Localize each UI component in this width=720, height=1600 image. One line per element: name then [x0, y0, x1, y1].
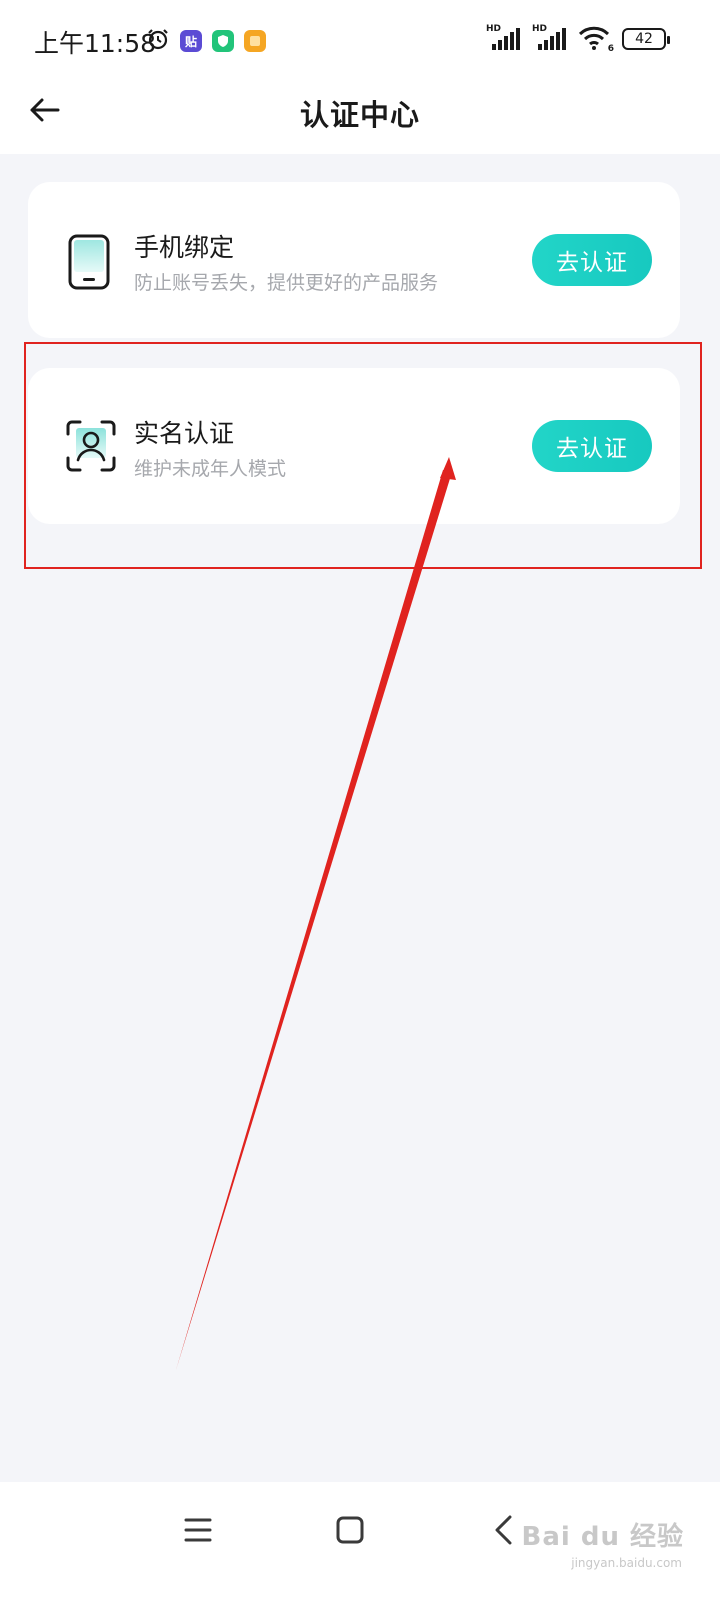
status-bar: 上午11:58 贴 HD HD 6 42: [0, 0, 720, 80]
security-app-icon: [212, 30, 234, 52]
home-button[interactable]: [322, 1504, 378, 1560]
top-area: 上午11:58 贴 HD HD 6 42 认证中心: [0, 0, 720, 154]
real-name-subtitle: 维护未成年人模式: [134, 458, 287, 480]
real-name-verify-button[interactable]: 去认证: [532, 420, 652, 472]
phone-verify-button[interactable]: 去认证: [532, 234, 652, 286]
page-title: 认证中心: [299, 98, 420, 132]
battery-icon: 42: [622, 28, 670, 50]
real-name-card: 实名认证 维护未成年人模式 去认证: [28, 368, 680, 524]
wifi-version-label: 6: [607, 44, 614, 54]
tieba-app-icon: 贴: [180, 30, 202, 52]
wifi-icon: 6: [578, 26, 614, 54]
alarm-icon: [146, 27, 170, 55]
status-time: 上午11:58: [34, 29, 157, 58]
navigation-bar: Bai du 经验 jingyan.baidu.com: [0, 1482, 720, 1600]
menu-icon: [183, 1517, 213, 1547]
square-icon: [335, 1515, 365, 1549]
face-id-icon: [66, 420, 116, 476]
signal-icon: HD: [486, 24, 522, 50]
gallery-app-icon: [244, 30, 266, 52]
real-name-title: 实名认证: [134, 419, 235, 448]
watermark-url: jingyan.baidu.com: [571, 1556, 682, 1570]
recent-apps-button[interactable]: [170, 1504, 226, 1560]
baidu-jingyan-watermark: Bai du 经验: [521, 1522, 684, 1552]
chevron-left-icon: [492, 1514, 516, 1550]
phone-binding-card: 手机绑定 防止账号丢失，提供更好的产品服务 去认证: [28, 182, 680, 338]
phone-binding-title: 手机绑定: [134, 233, 235, 262]
header: 认证中心: [0, 80, 720, 154]
notification-icons: 贴: [146, 27, 266, 55]
system-indicators: HD HD 6 42: [486, 24, 670, 54]
phone-icon: [66, 234, 114, 290]
phone-binding-subtitle: 防止账号丢失，提供更好的产品服务: [134, 272, 439, 294]
signal-icon-2: HD: [532, 24, 568, 50]
